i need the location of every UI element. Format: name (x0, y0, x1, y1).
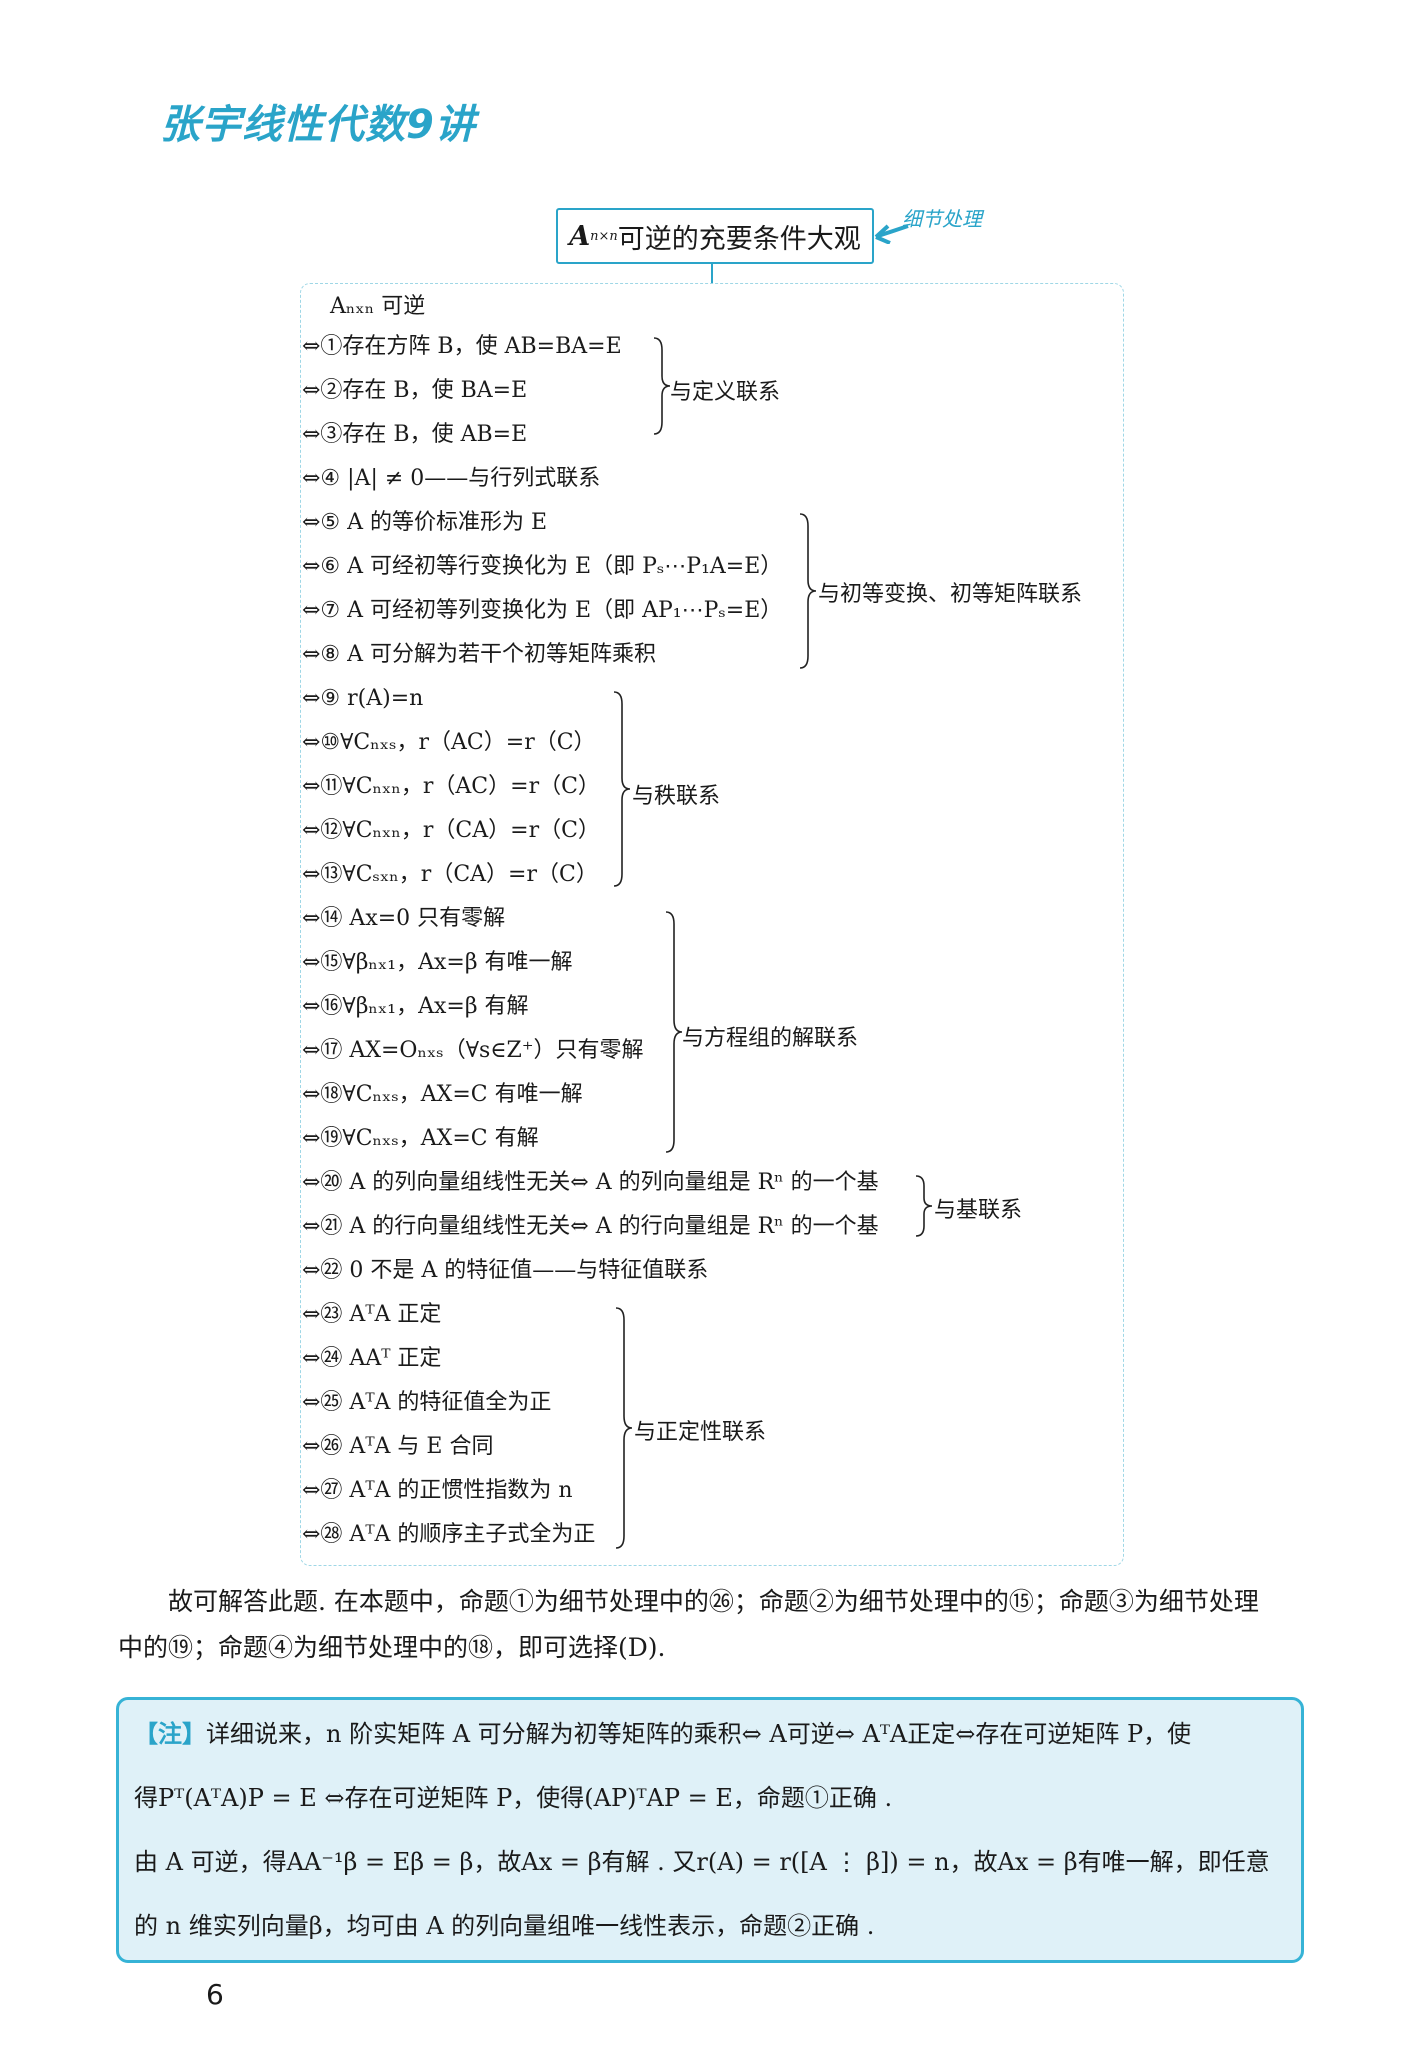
note-line: 得Pᵀ(AᵀA)P = E ⇔存在可逆矩阵 P，使得(AP)ᵀAP = E，命题… (134, 1784, 893, 1812)
note-tag: 【注】 (134, 1719, 206, 1748)
condition-item: ⇔④ |A| ≠ 0——与行列式联系 (302, 466, 601, 491)
group-label-equations: 与方程组的解联系 (682, 1026, 859, 1051)
condition-item: ⇔⑯∀βₙₓ₁，Ax=β 有解 (302, 994, 529, 1019)
condition-item: ⇔⑲∀Cₙₓₛ，AX=C 有解 (302, 1126, 539, 1151)
title-text: 可逆的充要条件大观 (617, 223, 861, 255)
condition-item: ⇔②存在 B，使 BA=E (302, 378, 528, 403)
condition-item: ⇔⑫∀Cₙₓₙ，r（CA）=r（C） (302, 818, 600, 843)
condition-item: ⇔①存在方阵 B，使 AB=BA=E (302, 334, 622, 359)
brace-basis (915, 1175, 933, 1237)
brace-elementary (799, 513, 817, 669)
condition-item: ⇔㉑ A 的行向量组线性无关⇔ A 的行向量组是 Rⁿ 的一个基 (302, 1214, 879, 1239)
title-connector (711, 262, 713, 284)
note-line: 【注】详细说来，n 阶实矩阵 A 可分解为初等矩阵的乘积⇔ A可逆⇔ AᵀA正定… (134, 1714, 1191, 1749)
condition-item: ⇔⑬∀Cₛₓₙ，r（CA）=r（C） (302, 862, 598, 887)
header-logo: 张宇线性代数9讲 (160, 102, 476, 148)
condition-item: ⇔⑨ r(A)=n (302, 686, 424, 711)
paragraph-line: 故可解答此题. 在本题中，命题①为细节处理中的㉖；命题②为细节处理中的⑮；命题③… (168, 1587, 1259, 1616)
condition-item: ⇔⑥ A 可经初等行变换化为 E（即 Pₛ⋯P₁A=E） (302, 554, 783, 579)
condition-item: ⇔⑧ A 可分解为若干个初等矩阵乘积 (302, 642, 657, 667)
condition-item: ⇔⑪∀Cₙₓₙ，r（AC）=r（C） (302, 774, 600, 799)
condition-item: ⇔⑩∀Cₙₓₛ，r（AC）=r（C） (302, 730, 596, 755)
condition-item: ⇔㉔ AAᵀ 正定 (302, 1346, 442, 1371)
page-title: An×n 可逆的充要条件大观 (556, 208, 874, 264)
note-line: 由 A 可逆，得AA⁻¹β = Eβ = β，故Ax = β有解 . 又r(A)… (134, 1848, 1270, 1876)
condition-item: ⇔⑰ AX=Oₙₓₛ（∀s∈Z⁺）只有零解 (302, 1038, 644, 1063)
condition-item: ⇔㉕ AᵀA 的特征值全为正 (302, 1390, 552, 1415)
condition-item: ⇔⑭ Ax=0 只有零解 (302, 906, 506, 931)
title-symbol: A (569, 220, 591, 252)
group-label-definition: 与定义联系 (670, 380, 781, 405)
brace-equations (665, 911, 683, 1153)
condition-item: ⇔㉖ AᵀA 与 E 合同 (302, 1434, 494, 1459)
group-label-positive: 与正定性联系 (634, 1420, 767, 1445)
note-text: 详细说来，n 阶实矩阵 A 可分解为初等矩阵的乘积⇔ A可逆⇔ AᵀA正定⇔存在… (206, 1720, 1192, 1748)
brace-positive (615, 1307, 633, 1549)
condition-item: ⇔⑱∀Cₙₓₛ，AX=C 有唯一解 (302, 1082, 583, 1107)
condition-item: ⇔⑮∀βₙₓ₁，Ax=β 有唯一解 (302, 950, 573, 975)
condition-item: ⇔⑳ A 的列向量组线性无关⇔ A 的列向量组是 Rⁿ 的一个基 (302, 1170, 879, 1195)
group-label-basis: 与基联系 (934, 1198, 1023, 1223)
condition-item: Aₙₓₙ 可逆 (330, 294, 426, 319)
paragraph-line: 中的⑲；命题④为细节处理中的⑱，即可选择(D). (118, 1633, 666, 1662)
title-subscript: n×n (590, 228, 618, 244)
condition-item: ⇔㉘ AᵀA 的顺序主子式全为正 (302, 1522, 596, 1547)
condition-item: ⇔㉒ 0 不是 A 的特征值——与特征值联系 (302, 1258, 709, 1283)
annotation-label: 细节处理 (902, 207, 982, 231)
group-label-rank: 与秩联系 (632, 784, 721, 809)
condition-item: ⇔③存在 B，使 AB=E (302, 422, 528, 447)
brace-rank (613, 691, 631, 887)
condition-item: ⇔㉗ AᵀA 的正惯性指数为 n (302, 1478, 573, 1503)
condition-item: ⇔⑤ A 的等价标准形为 E (302, 510, 548, 535)
condition-item: ⇔㉓ AᵀA 正定 (302, 1302, 442, 1327)
page-number: 6 (206, 1978, 224, 2011)
group-label-elementary: 与初等变换、初等矩阵联系 (818, 582, 1083, 607)
note-line: 的 n 维实列向量β，均可由 A 的列向量组唯一线性表示，命题②正确 . (134, 1912, 875, 1940)
condition-item: ⇔⑦ A 可经初等列变换化为 E（即 AP₁⋯Pₛ=E） (302, 598, 783, 623)
brace-definition (653, 337, 671, 435)
